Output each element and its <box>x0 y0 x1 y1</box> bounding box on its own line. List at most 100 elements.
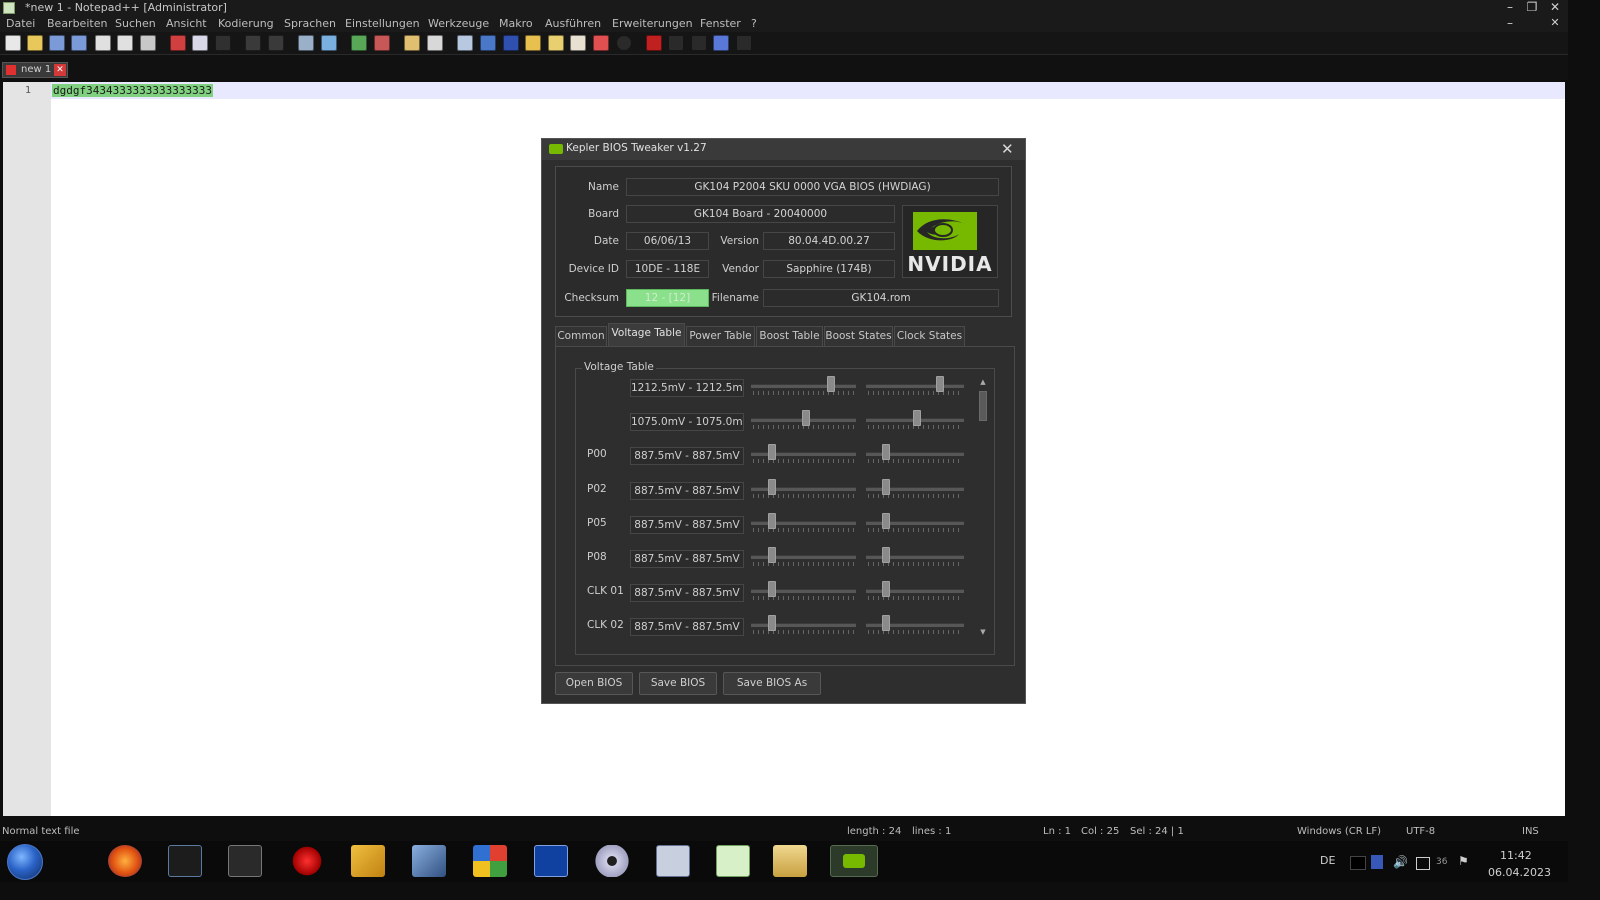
voltage-max-slider[interactable] <box>866 410 964 432</box>
menu-sprachen[interactable]: Sprachen <box>284 17 336 30</box>
replace-icon[interactable] <box>321 35 337 51</box>
scroll-thumb[interactable] <box>979 391 987 421</box>
sync-vertical-icon[interactable] <box>404 35 420 51</box>
slider-knob[interactable] <box>882 444 890 461</box>
voltage-scrollbar[interactable]: ▲ ▼ <box>978 377 988 639</box>
slider-knob[interactable] <box>768 581 776 598</box>
voltage-max-slider[interactable] <box>866 512 964 535</box>
cut-icon[interactable] <box>170 35 186 51</box>
tray-app-icon[interactable] <box>1350 856 1366 870</box>
slider-knob[interactable] <box>768 547 776 563</box>
tab-voltage-table[interactable]: Voltage Table <box>608 323 685 346</box>
slider-track[interactable] <box>751 589 856 594</box>
windows-explorer-icon[interactable] <box>473 845 507 877</box>
voltage-max-slider[interactable] <box>866 581 964 603</box>
open-file-icon[interactable] <box>27 35 43 51</box>
voltage-max-slider[interactable] <box>866 444 964 466</box>
save-bios-button[interactable]: Save BIOS <box>639 672 717 695</box>
slider-track[interactable] <box>866 520 964 525</box>
slider-knob[interactable] <box>882 547 890 563</box>
paste-icon[interactable] <box>215 35 231 51</box>
slider-track[interactable] <box>751 623 856 628</box>
indent-guide-icon[interactable] <box>503 35 519 51</box>
run-macro-multiple-icon[interactable] <box>691 35 707 51</box>
save-icon[interactable] <box>49 35 65 51</box>
scroll-up-icon[interactable]: ▲ <box>978 377 988 387</box>
voltage-max-slider[interactable] <box>866 547 964 569</box>
slider-track[interactable] <box>751 486 856 491</box>
restore-button[interactable]: ❐ <box>1522 0 1542 14</box>
voltage-min-slider[interactable] <box>751 376 856 398</box>
slider-track[interactable] <box>751 555 856 559</box>
tab-boost-table[interactable]: Boost Table <box>756 326 823 346</box>
pe-tool-icon[interactable] <box>534 845 568 877</box>
slider-track[interactable] <box>866 555 964 559</box>
menu-fenster[interactable]: Fenster <box>700 17 741 30</box>
close-all-icon[interactable] <box>117 35 133 51</box>
slider-knob[interactable] <box>768 444 776 461</box>
menu-kodierung[interactable]: Kodierung <box>218 17 274 30</box>
slider-knob[interactable] <box>882 512 890 529</box>
voltage-min-slider[interactable] <box>751 547 856 569</box>
menu-ansicht[interactable]: Ansicht <box>166 17 207 30</box>
new-file-icon[interactable] <box>5 35 21 51</box>
minimize-button[interactable]: – <box>1500 0 1520 14</box>
function-list-icon[interactable] <box>548 35 564 51</box>
stop-macro-icon[interactable] <box>646 35 662 51</box>
tray-volume-icon[interactable]: 🔊 <box>1393 855 1408 869</box>
voltage-max-slider[interactable] <box>866 615 964 637</box>
slider-track[interactable] <box>751 384 856 388</box>
firefox-icon[interactable] <box>108 845 142 877</box>
start-button-icon[interactable] <box>7 844 43 880</box>
voltage-min-slider[interactable] <box>751 444 856 466</box>
menu-einstellungen[interactable]: Einstellungen <box>345 17 420 30</box>
cpu-z-icon[interactable] <box>228 845 262 877</box>
tab-boost-states[interactable]: Boost States <box>824 326 893 346</box>
scroll-down-icon[interactable]: ▼ <box>978 627 988 637</box>
slider-track[interactable] <box>866 452 964 457</box>
macro-extra-icon[interactable] <box>736 35 752 51</box>
slider-knob[interactable] <box>882 478 890 495</box>
tray-network-icon[interactable] <box>1371 855 1383 869</box>
document-tab[interactable]: new 1 ✕ <box>2 62 68 78</box>
slider-knob[interactable] <box>936 376 944 392</box>
menu-suchen[interactable]: Suchen <box>115 17 156 30</box>
undo-icon[interactable] <box>245 35 261 51</box>
slider-track[interactable] <box>751 520 856 525</box>
network-tool-icon[interactable] <box>412 845 446 877</box>
redo-icon[interactable] <box>268 35 284 51</box>
tray-time[interactable]: 11:42 <box>1500 849 1532 862</box>
slider-track[interactable] <box>866 589 964 594</box>
tray-display-icon[interactable] <box>1416 857 1430 870</box>
voltage-min-slider[interactable] <box>751 478 856 501</box>
find-icon[interactable] <box>298 35 314 51</box>
voltage-max-slider[interactable] <box>866 376 964 398</box>
tray-flag-icon[interactable]: ⚑ <box>1458 854 1469 868</box>
tab-power-table[interactable]: Power Table <box>686 326 755 346</box>
tab-clock-states[interactable]: Clock States <box>894 326 965 346</box>
voltage-min-slider[interactable] <box>751 581 856 603</box>
slider-track[interactable] <box>751 452 856 457</box>
voltage-max-slider[interactable] <box>866 478 964 501</box>
notepadpp-taskbar-icon[interactable] <box>716 845 750 877</box>
open-bios-button[interactable]: Open BIOS <box>555 672 633 695</box>
slider-knob[interactable] <box>802 410 810 427</box>
slider-knob[interactable] <box>882 581 890 598</box>
copy-icon[interactable] <box>192 35 208 51</box>
slider-track[interactable] <box>866 623 964 628</box>
nvidia-app-icon[interactable] <box>830 845 878 877</box>
show-all-chars-icon[interactable] <box>480 35 496 51</box>
slider-track[interactable] <box>866 486 964 491</box>
voltage-min-slider[interactable] <box>751 410 856 432</box>
menu-help[interactable]: ? <box>751 17 757 30</box>
print-icon[interactable] <box>140 35 156 51</box>
slider-track[interactable] <box>866 384 964 388</box>
save-macro-icon[interactable] <box>713 35 729 51</box>
close-button[interactable]: ✕ <box>1545 0 1565 14</box>
menu-makro[interactable]: Makro <box>499 17 533 30</box>
file-explorer-icon[interactable] <box>773 845 807 877</box>
doc-map-icon[interactable] <box>525 35 541 51</box>
editor-text-selected[interactable]: dgdgf3434333333333333333 <box>52 84 213 97</box>
slider-knob[interactable] <box>768 478 776 495</box>
menu-datei[interactable]: Datei <box>6 17 35 30</box>
